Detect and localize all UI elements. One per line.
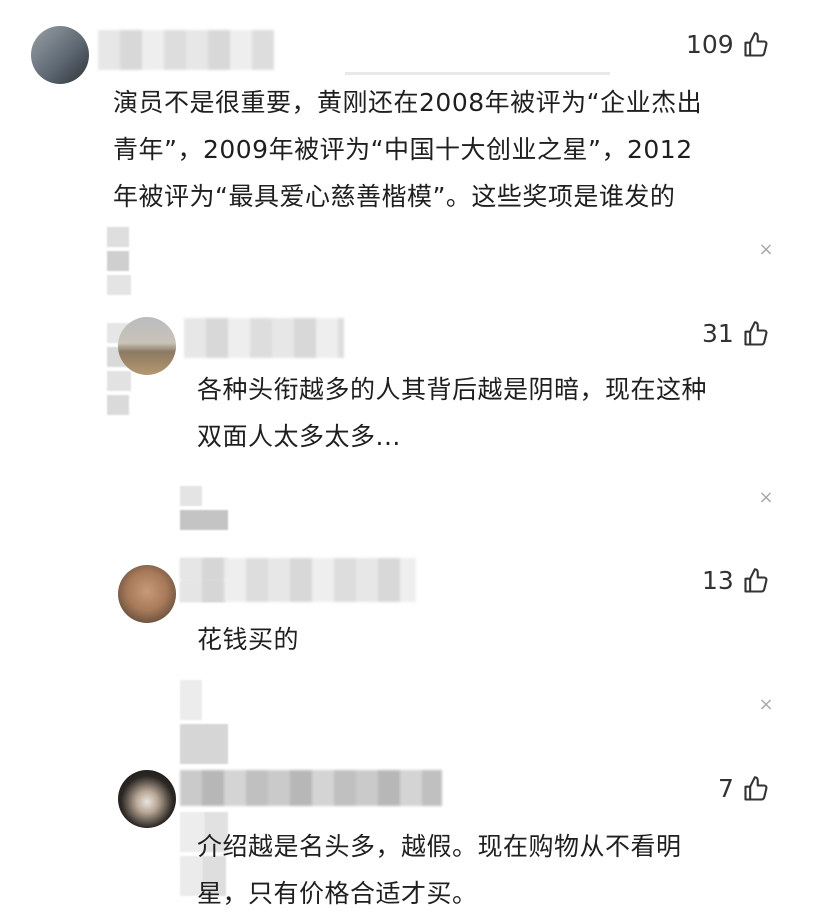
comment-text: 花钱买的 — [197, 616, 797, 663]
close-icon[interactable]: × — [758, 696, 774, 714]
avatar[interactable] — [118, 770, 176, 828]
comment-line: 介绍越是名头多，越假。现在购物从不看明 — [197, 832, 682, 861]
comment-text: 各种头衔越多的人其背后越是阴暗，现在这种 双面人太多太多... — [197, 366, 797, 460]
comment-line: 花钱买的 — [197, 625, 300, 654]
close-icon[interactable]: × — [758, 241, 774, 259]
comment-meta-blurred — [180, 680, 228, 896]
username-blurred[interactable] — [184, 318, 344, 358]
comment-text: 介绍越是名头多，越假。现在购物从不看明 星，只有价格合适才买。 — [197, 823, 797, 917]
username-blurred[interactable] — [180, 558, 416, 602]
comment-meta-blurred — [180, 486, 228, 602]
comment-line: 双面人太多太多... — [197, 422, 401, 451]
like-count: 109 — [686, 30, 734, 59]
thumbs-up-icon — [744, 567, 768, 593]
like-button[interactable]: 31 — [702, 319, 770, 348]
comment-meta-blurred — [107, 227, 133, 415]
comment-line: 星，只有价格合适才买。 — [197, 879, 478, 908]
comment-line: 演员不是很重要，黄刚还在2008年被评为“企业杰出 — [113, 88, 703, 117]
like-count: 13 — [702, 566, 734, 595]
username-blurred[interactable] — [180, 770, 442, 806]
avatar[interactable] — [118, 565, 176, 623]
username-blurred[interactable] — [98, 30, 274, 70]
comment-line: 年被评为“最具爱心慈善楷模”。这些奖项是谁发的 — [113, 182, 676, 211]
like-button[interactable]: 7 — [718, 774, 770, 803]
thumbs-up-icon — [744, 775, 768, 801]
comment-line: 青年”，2009年被评为“中国十大创业之星”，2012 — [113, 135, 693, 164]
comment-text: 演员不是很重要，黄刚还在2008年被评为“企业杰出 青年”，2009年被评为“中… — [113, 79, 793, 220]
divider — [345, 72, 610, 75]
close-icon[interactable]: × — [758, 489, 774, 507]
like-button[interactable]: 13 — [702, 566, 770, 595]
like-count: 31 — [702, 319, 734, 348]
like-count: 7 — [718, 774, 734, 803]
avatar[interactable] — [118, 317, 176, 375]
comment-line: 各种头衔越多的人其背后越是阴暗，现在这种 — [197, 375, 708, 404]
like-button[interactable]: 109 — [686, 30, 770, 59]
thumbs-up-icon — [744, 31, 768, 57]
thumbs-up-icon — [744, 320, 768, 346]
avatar[interactable] — [31, 26, 89, 84]
